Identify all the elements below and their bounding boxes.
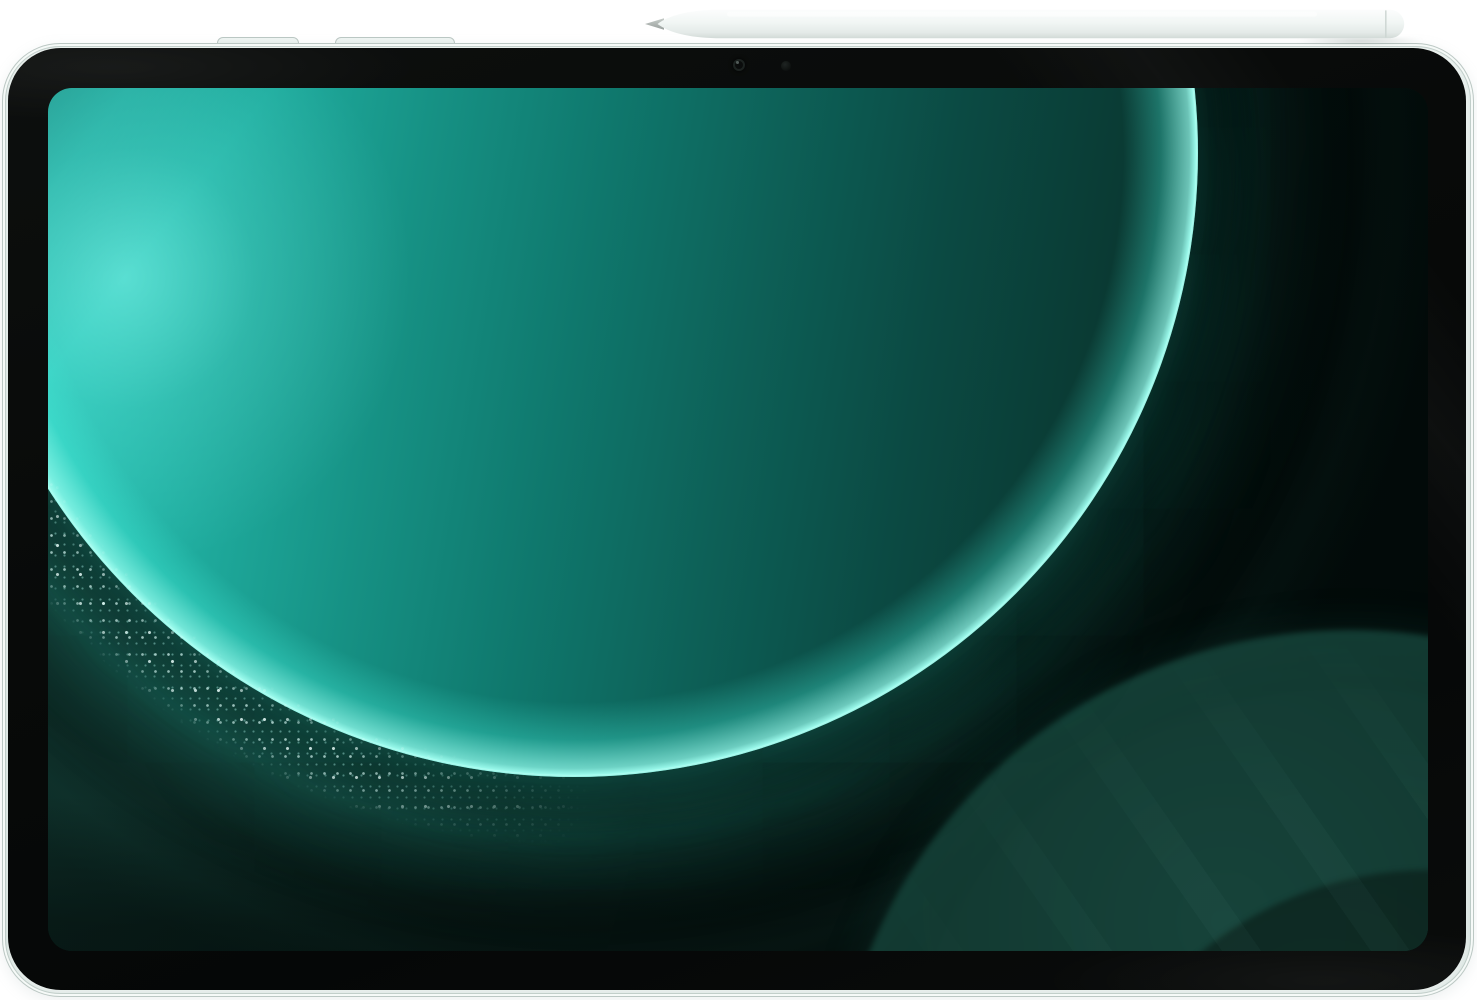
glass-reflection <box>48 88 1428 951</box>
s-pen-stylus <box>642 8 1422 40</box>
product-image <box>0 0 1477 1000</box>
stylus-cap-seam <box>1385 10 1387 37</box>
stylus-highlight <box>727 12 1317 17</box>
front-camera-icon <box>733 59 745 71</box>
ambient-light-sensor-icon <box>781 61 791 71</box>
display-wallpaper <box>48 88 1428 951</box>
tablet-device <box>2 43 1474 997</box>
tablet-bezel <box>8 48 1466 990</box>
